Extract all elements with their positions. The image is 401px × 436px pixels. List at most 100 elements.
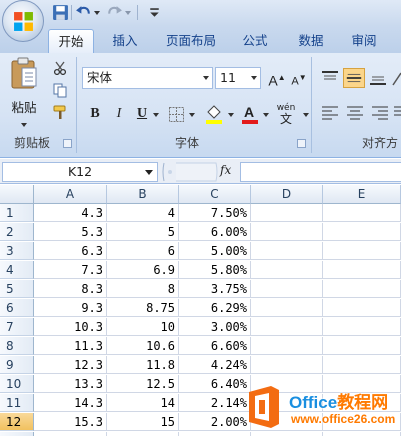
- table-cell[interactable]: [251, 299, 323, 317]
- phonetic-button[interactable]: wén 文: [273, 103, 299, 125]
- tab-data[interactable]: 数据: [289, 29, 333, 53]
- row-header[interactable]: 4: [0, 261, 34, 279]
- row-header[interactable]: 9: [0, 356, 34, 374]
- row-header[interactable]: 10: [0, 375, 34, 393]
- table-cell[interactable]: [251, 337, 323, 355]
- table-cell[interactable]: 5: [107, 223, 179, 241]
- table-cell[interactable]: [323, 261, 401, 279]
- table-cell[interactable]: 4.3: [34, 204, 107, 222]
- table-cell[interactable]: 7.3: [34, 261, 107, 279]
- office-button[interactable]: [2, 0, 44, 42]
- table-cell[interactable]: 13.3: [34, 375, 107, 393]
- font-size-dropdown-icon[interactable]: [251, 76, 257, 80]
- table-cell[interactable]: [323, 299, 401, 317]
- font-color-icon[interactable]: A: [239, 103, 261, 125]
- align-left-icon[interactable]: [320, 104, 340, 122]
- select-all-corner[interactable]: [0, 185, 34, 204]
- table-cell[interactable]: 3.00%: [179, 318, 251, 336]
- table-cell[interactable]: 5.00%: [179, 242, 251, 260]
- orientation-icon[interactable]: [391, 69, 401, 87]
- fill-color-dropdown-icon[interactable]: [228, 113, 234, 117]
- row-header[interactable]: 13: [0, 432, 34, 436]
- undo-icon[interactable]: [75, 4, 92, 21]
- table-cell[interactable]: [323, 242, 401, 260]
- table-cell[interactable]: 10.6: [107, 337, 179, 355]
- row-header[interactable]: 12: [0, 413, 34, 431]
- table-cell[interactable]: 6.9: [107, 261, 179, 279]
- table-cell[interactable]: [251, 280, 323, 298]
- name-box-dropdown-icon[interactable]: [145, 170, 153, 175]
- table-cell[interactable]: [323, 337, 401, 355]
- align-middle-icon[interactable]: [343, 68, 365, 88]
- underline-dropdown-icon[interactable]: [153, 113, 159, 117]
- table-cell[interactable]: 6.00%: [179, 223, 251, 241]
- bold-button[interactable]: B: [84, 103, 106, 125]
- row-header[interactable]: 2: [0, 223, 34, 241]
- table-cell[interactable]: 15: [107, 413, 179, 431]
- table-cell[interactable]: 6.29%: [179, 299, 251, 317]
- table-cell[interactable]: 3.75%: [179, 280, 251, 298]
- table-cell[interactable]: 6.60%: [179, 337, 251, 355]
- insert-function-button[interactable]: fx: [220, 163, 231, 177]
- row-header[interactable]: 8: [0, 337, 34, 355]
- name-box[interactable]: K12: [2, 162, 158, 182]
- table-cell[interactable]: [323, 356, 401, 374]
- table-cell[interactable]: 4: [107, 204, 179, 222]
- align-bottom-icon[interactable]: [368, 69, 388, 87]
- row-header[interactable]: 1: [0, 204, 34, 222]
- paste-button[interactable]: 粘贴: [6, 57, 42, 129]
- borders-icon[interactable]: [168, 106, 185, 123]
- table-cell[interactable]: [251, 318, 323, 336]
- table-cell[interactable]: 14.3: [34, 394, 107, 412]
- shrink-font-button[interactable]: A▼: [288, 67, 310, 89]
- table-cell[interactable]: 9.3: [34, 299, 107, 317]
- row-header[interactable]: 3: [0, 242, 34, 260]
- indent-icon[interactable]: [392, 104, 401, 122]
- table-cell[interactable]: 16: [107, 432, 179, 436]
- save-icon[interactable]: [52, 4, 69, 21]
- row-header[interactable]: 7: [0, 318, 34, 336]
- format-painter-icon[interactable]: [53, 105, 68, 120]
- table-cell[interactable]: 4.24%: [179, 356, 251, 374]
- row-header[interactable]: 11: [0, 394, 34, 412]
- table-cell[interactable]: 11.8: [107, 356, 179, 374]
- table-cell[interactable]: [323, 223, 401, 241]
- table-cell[interactable]: [323, 318, 401, 336]
- table-cell[interactable]: 1.88%: [179, 432, 251, 436]
- table-cell[interactable]: 14: [107, 394, 179, 412]
- align-top-icon[interactable]: [320, 69, 340, 87]
- table-cell[interactable]: 10.3: [34, 318, 107, 336]
- tab-review[interactable]: 审阅: [343, 29, 385, 53]
- align-right-icon[interactable]: [370, 104, 390, 122]
- table-cell[interactable]: 6.3: [34, 242, 107, 260]
- table-cell[interactable]: 16.3: [34, 432, 107, 436]
- copy-icon[interactable]: [53, 83, 68, 98]
- customize-toolbar-icon[interactable]: [146, 4, 163, 21]
- table-cell[interactable]: 12.5: [107, 375, 179, 393]
- italic-button[interactable]: I: [108, 103, 130, 125]
- formula-input[interactable]: [240, 162, 401, 182]
- table-cell[interactable]: 5.80%: [179, 261, 251, 279]
- paste-dropdown-icon[interactable]: [21, 123, 27, 127]
- font-name-combo[interactable]: 宋体: [82, 67, 213, 89]
- column-header-c[interactable]: C: [179, 185, 251, 204]
- grow-font-button[interactable]: A▲: [266, 67, 288, 89]
- redo-icon[interactable]: [106, 4, 123, 21]
- table-cell[interactable]: 5.3: [34, 223, 107, 241]
- clipboard-launcher-icon[interactable]: [63, 139, 72, 148]
- table-cell[interactable]: 6: [107, 242, 179, 260]
- table-cell[interactable]: 7.50%: [179, 204, 251, 222]
- tab-page-layout[interactable]: 页面布局: [158, 29, 224, 53]
- column-header-a[interactable]: A: [34, 185, 107, 204]
- cut-icon[interactable]: [53, 61, 67, 75]
- redo-dropdown-icon[interactable]: [125, 11, 131, 15]
- table-cell[interactable]: 2.00%: [179, 413, 251, 431]
- table-cell[interactable]: 10: [107, 318, 179, 336]
- row-header[interactable]: 6: [0, 299, 34, 317]
- underline-button[interactable]: U: [131, 103, 153, 125]
- tab-insert[interactable]: 插入: [103, 29, 147, 53]
- font-launcher-icon[interactable]: [297, 139, 306, 148]
- table-cell[interactable]: 2.14%: [179, 394, 251, 412]
- column-header-e[interactable]: E: [323, 185, 401, 204]
- table-cell[interactable]: 6.40%: [179, 375, 251, 393]
